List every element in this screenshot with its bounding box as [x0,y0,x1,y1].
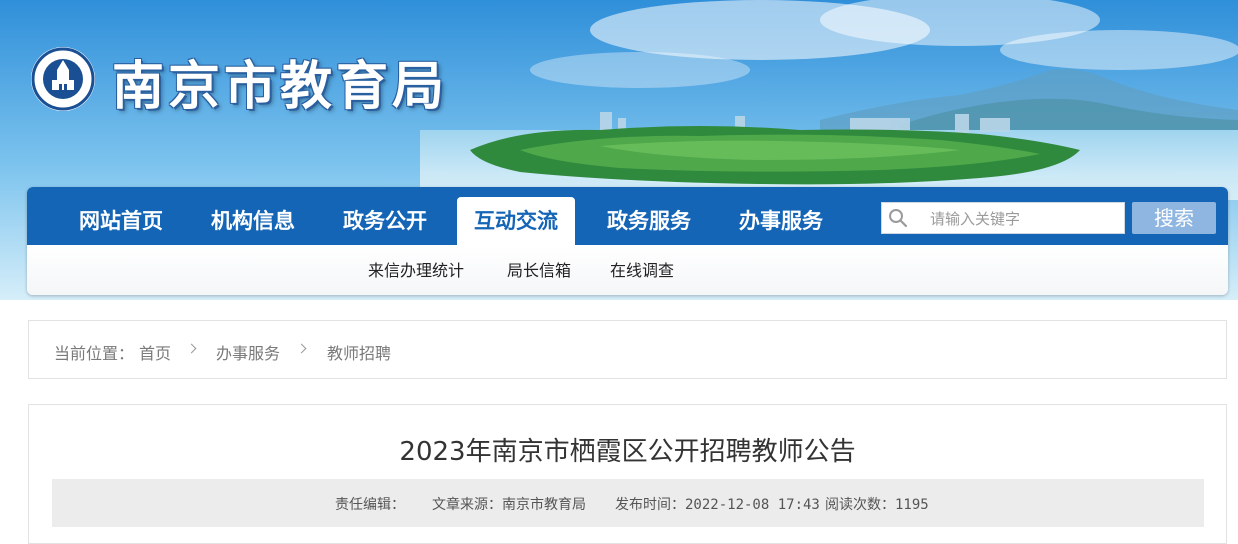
meta-time-label: 发布时间： [615,497,685,513]
meta-publish-time: 发布时间：2022-12-08 17:43 [615,494,820,514]
breadcrumb-teacher-recruitment[interactable]: 教师招聘 [327,340,391,364]
article-title: 2023年南京市栖霞区公开招聘教师公告 [399,437,856,467]
breadcrumb: 当前位置： 首页 办事服务 教师招聘 [28,320,1227,379]
site-title: 南京市教育局 [112,56,449,117]
meta-source: 文章来源：南京市教育局 [432,494,586,514]
main-navigation: 网站首页 机构信息 政务公开 互动交流 政务服务 办事服务 搜索 来信办理统计 … [27,187,1228,295]
search-input[interactable] [928,203,1122,235]
meta-editor: 责任编辑： [335,494,405,514]
search-icon [889,209,908,228]
search-button[interactable]: 搜索 [1132,202,1216,234]
nav-item-business-services[interactable]: 办事服务 [725,197,837,245]
article-meta: 责任编辑： 文章来源：南京市教育局 发布时间：2022-12-08 17:43 … [52,479,1204,527]
meta-source-label: 文章来源： [432,497,502,513]
nav-bar: 网站首页 机构信息 政务公开 互动交流 政务服务 办事服务 搜索 [27,187,1228,245]
meta-editor-label: 责任编辑： [335,497,405,513]
nav-item-interaction[interactable]: 互动交流 [457,197,575,245]
nav-item-organization[interactable]: 机构信息 [197,197,309,245]
meta-reads-value: 1195 [895,497,929,513]
meta-read-count: 阅读次数：1195 [825,494,929,514]
breadcrumb-prefix: 当前位置： [54,344,135,363]
chevron-right-icon [186,343,197,354]
sub-navigation: 来信办理统计 局长信箱 在线调查 [27,245,1228,295]
meta-source-value: 南京市教育局 [502,497,586,513]
meta-reads-label: 阅读次数： [825,497,895,513]
search-box [881,202,1125,235]
breadcrumb-home[interactable]: 首页 [139,340,171,364]
nanjing-education-emblem-icon [31,47,95,111]
sub-nav-director-mailbox[interactable]: 局长信箱 [507,257,571,281]
breadcrumb-business-services[interactable]: 办事服务 [216,340,280,364]
sub-nav-online-survey[interactable]: 在线调查 [610,257,674,281]
article: 2023年南京市栖霞区公开招聘教师公告 责任编辑： 文章来源：南京市教育局 发布… [28,404,1227,544]
nav-item-public-affairs[interactable]: 政务公开 [329,197,441,245]
meta-time-value: 2022-12-08 17:43 [685,497,820,513]
chevron-right-icon [296,343,307,354]
nav-item-government-services[interactable]: 政务服务 [593,197,705,245]
nav-item-home[interactable]: 网站首页 [65,197,177,245]
sub-nav-letter-statistics[interactable]: 来信办理统计 [368,257,464,281]
